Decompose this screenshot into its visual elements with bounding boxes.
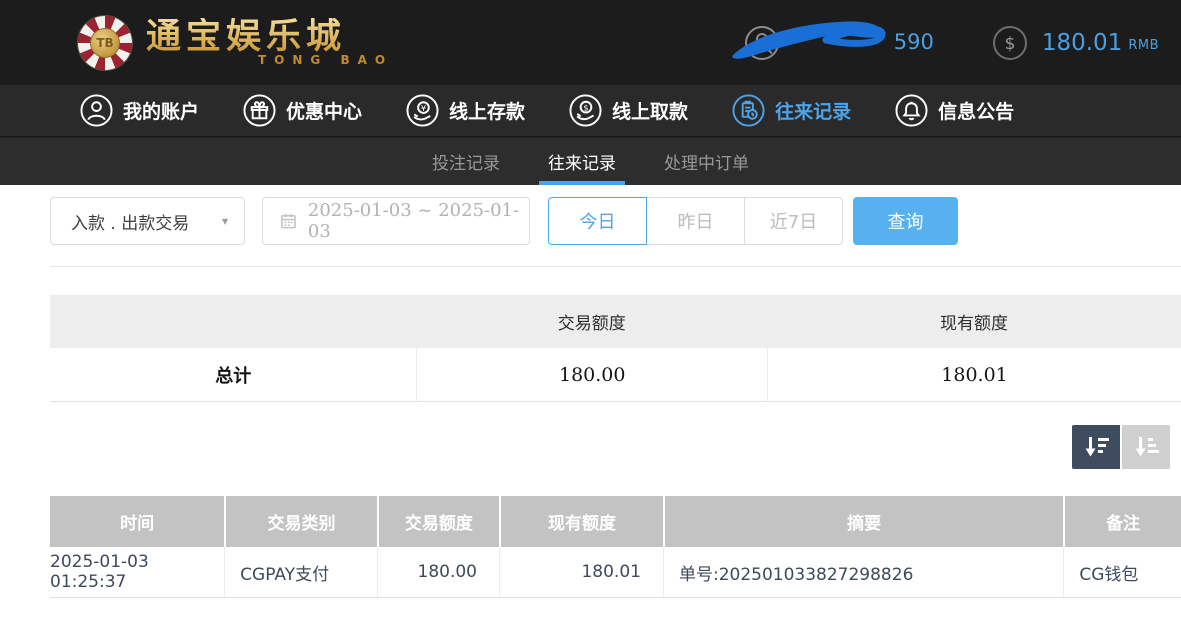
summary-total-label: 总计 — [50, 348, 416, 401]
username-display[interactable]: 590 — [744, 13, 934, 73]
date-range-value: 2025-01-03 ~ 2025-01-03 — [308, 200, 529, 242]
cell-time: 2025-01-03 01:25:37 — [50, 547, 224, 597]
calendar-icon — [279, 211, 298, 231]
tab-transaction-records[interactable]: 往来记录 — [548, 138, 616, 185]
sort-descending-icon — [1083, 434, 1110, 460]
redaction-scribble — [730, 15, 890, 67]
svg-text:$: $ — [583, 103, 588, 113]
transaction-type-value: 入款 . 出款交易 — [71, 209, 222, 234]
sort-controls — [50, 425, 1181, 469]
cell-current-balance: 180.01 — [499, 547, 663, 597]
quick-today-button[interactable]: 今日 — [548, 197, 647, 245]
section-divider — [50, 266, 1181, 267]
records-icon — [732, 94, 765, 127]
summary-table: 交易额度 现有额度 总计 180.00 180.01 — [50, 295, 1181, 402]
summary-col-transaction-amount: 交易额度 — [416, 295, 767, 348]
svg-text:¥: ¥ — [421, 103, 426, 113]
username-visible-suffix: 590 — [894, 30, 934, 54]
nav-item-records[interactable]: 往来记录 — [732, 94, 851, 127]
records-subtab-bar: 投注记录 往来记录 处理中订单 — [0, 137, 1181, 185]
col-current-balance: 现有额度 — [499, 496, 663, 547]
chip-tb-monogram: TB — [90, 28, 120, 58]
quick-yesterday-button[interactable]: 昨日 — [646, 197, 745, 245]
balance-display[interactable]: $ 180.01 RMB — [992, 25, 1159, 61]
records-table: 时间 交易类别 交易额度 现有额度 摘要 备注 2025-01-03 01:25… — [50, 496, 1181, 598]
date-range-input[interactable]: 2025-01-03 ~ 2025-01-03 — [262, 197, 530, 245]
deposit-icon: ¥ — [406, 94, 439, 127]
quick-last7days-button[interactable]: 近7日 — [744, 197, 843, 245]
col-transaction-amount: 交易额度 — [377, 496, 499, 547]
brand-title: 通宝娱乐城 — [146, 18, 393, 57]
summary-col-current-balance: 现有额度 — [767, 295, 1181, 348]
top-header: TB 通宝娱乐城 TONG BAO 590 $ 180.01 — [0, 0, 1181, 85]
brand-subtitle: TONG BAO — [146, 53, 393, 67]
col-time: 时间 — [50, 496, 224, 547]
sort-descending-button[interactable] — [1072, 425, 1120, 469]
chevron-down-icon: ▾ — [222, 214, 228, 228]
cell-transaction-type: CGPAY支付 — [224, 547, 377, 597]
tab-processing-orders[interactable]: 处理中订单 — [664, 138, 749, 185]
summary-total-row: 总计 180.00 180.01 — [50, 348, 1181, 402]
withdraw-icon: $ — [569, 94, 602, 127]
balance-currency: RMB — [1128, 38, 1159, 53]
filter-row: 入款 . 出款交易 ▾ 2025-01-03 ~ 2025-01-03 今日 昨… — [50, 197, 1181, 245]
cell-summary: 单号:202501033827298826 — [663, 547, 1063, 597]
svg-text:$: $ — [1004, 34, 1015, 54]
balance-amount: 180.01 — [1042, 30, 1122, 56]
col-transaction-type: 交易类别 — [224, 496, 377, 547]
summary-transaction-amount: 180.00 — [416, 348, 767, 401]
sort-ascending-button[interactable] — [1122, 425, 1170, 469]
main-nav: 我的账户 优惠中心 ¥ 线上存款 $ 线上取款 往来记录 — [0, 85, 1181, 137]
bell-icon — [895, 94, 928, 127]
user-icon — [80, 94, 113, 127]
summary-col-empty — [50, 295, 416, 348]
nav-item-withdraw[interactable]: $ 线上取款 — [569, 94, 688, 127]
cell-remark: CG钱包 — [1063, 547, 1181, 597]
nav-item-announcements[interactable]: 信息公告 — [895, 94, 1014, 127]
nav-item-my-account[interactable]: 我的账户 — [80, 94, 199, 127]
transaction-type-select[interactable]: 入款 . 出款交易 ▾ — [50, 197, 245, 245]
records-table-header: 时间 交易类别 交易额度 现有额度 摘要 备注 — [50, 496, 1181, 547]
table-row: 2025-01-03 01:25:37 CGPAY支付 180.00 180.0… — [50, 547, 1181, 598]
search-button[interactable]: 查询 — [853, 197, 958, 245]
cell-transaction-amount: 180.00 — [377, 547, 499, 597]
quick-date-group: 今日 昨日 近7日 — [548, 197, 843, 245]
sort-ascending-icon — [1133, 434, 1160, 460]
summary-table-header: 交易额度 现有额度 — [50, 295, 1181, 348]
col-summary: 摘要 — [663, 496, 1063, 547]
gift-icon — [243, 94, 276, 127]
dollar-coin-icon: $ — [992, 25, 1028, 61]
brand-logo[interactable]: TB 通宝娱乐城 TONG BAO — [78, 16, 393, 70]
tab-betting-records[interactable]: 投注记录 — [432, 138, 500, 185]
summary-current-balance: 180.01 — [767, 348, 1181, 401]
col-remark: 备注 — [1063, 496, 1181, 547]
nav-item-promotions[interactable]: 优惠中心 — [243, 94, 362, 127]
nav-item-deposit[interactable]: ¥ 线上存款 — [406, 94, 525, 127]
poker-chip-icon: TB — [78, 16, 132, 70]
